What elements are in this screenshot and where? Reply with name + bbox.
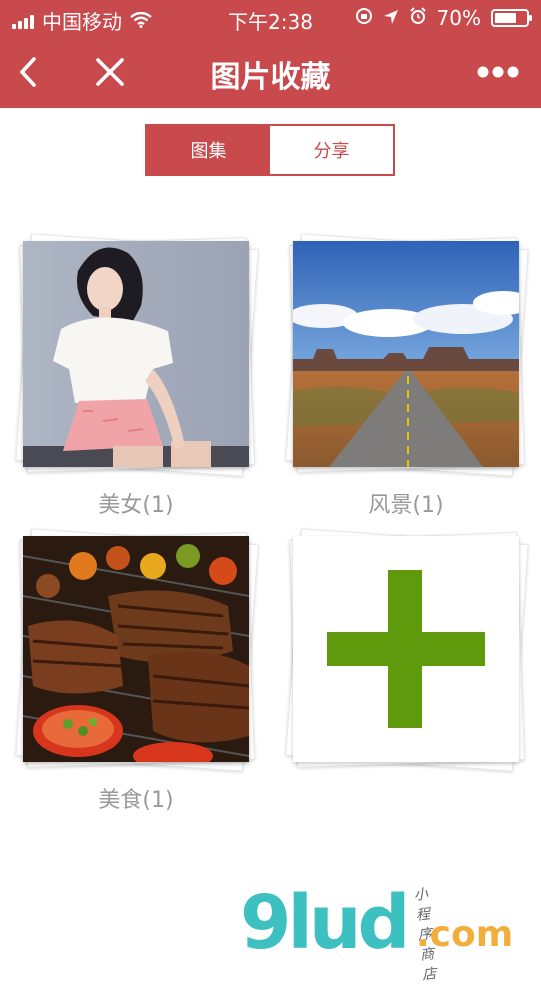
nav-bar: 图片收藏 xyxy=(0,36,541,108)
battery-icon xyxy=(491,9,532,27)
album-caption: 美女(1) xyxy=(98,493,174,518)
album-caption: 美食(1) xyxy=(98,788,174,813)
watermark-suffix: .com xyxy=(416,914,514,955)
more-dots-icon xyxy=(477,66,519,78)
tab-share[interactable]: 分享 xyxy=(270,126,393,174)
status-right: 70% xyxy=(355,6,532,30)
plus-icon xyxy=(293,536,519,762)
page-title: 图片收藏 xyxy=(210,60,331,95)
status-bar: 中国移动 下午2:38 70% xyxy=(0,0,541,36)
album-cover-landscape xyxy=(293,241,519,467)
tab-gallery[interactable]: 图集 xyxy=(147,126,270,174)
album-card[interactable]: 美食(1) xyxy=(15,528,259,813)
album-cover-food xyxy=(23,536,249,762)
album-card[interactable]: 风景(1) xyxy=(285,233,529,518)
album-stack xyxy=(285,528,529,772)
more-button[interactable] xyxy=(476,50,520,94)
battery-percent: 70% xyxy=(436,6,481,30)
album-card[interactable]: 美女(1) xyxy=(15,233,259,518)
rotation-lock-icon xyxy=(355,6,373,30)
album-caption: 风景(1) xyxy=(368,493,444,518)
album-stack xyxy=(15,528,259,772)
album-stack xyxy=(285,233,529,477)
album-cover-portrait xyxy=(23,241,249,467)
watermark-logo: 9lud 小程序商店 .com xyxy=(240,880,513,983)
album-stack xyxy=(15,233,259,477)
location-icon xyxy=(383,6,399,30)
segmented-tabs: 图集 分享 xyxy=(145,124,395,176)
add-album-button[interactable] xyxy=(285,528,529,772)
battery-level xyxy=(495,13,516,23)
plus-horizontal-bar xyxy=(327,632,485,666)
watermark-logo-text: 9lud xyxy=(240,880,411,966)
alarm-icon xyxy=(409,6,427,30)
